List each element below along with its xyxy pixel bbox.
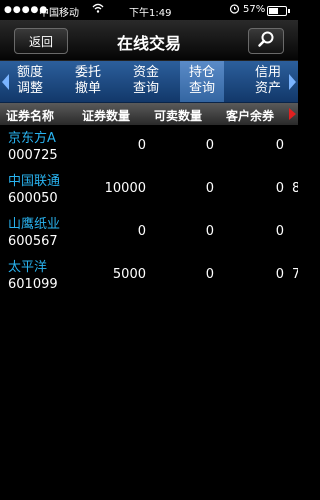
sellable-qty: 0: [205, 181, 214, 196]
column-header-security-name[interactable]: 证券名称: [6, 107, 54, 124]
column-header-sellable-qty[interactable]: 可卖数量: [154, 107, 202, 124]
clipped-cell: 7: [292, 267, 298, 282]
security-code: 600567: [8, 234, 58, 249]
search-button[interactable]: [248, 28, 284, 54]
tab-funds-query[interactable]: 资金 查询: [124, 61, 168, 102]
tab-cancel-order[interactable]: 委托 撤单: [66, 61, 110, 102]
navigation-bar: 返回 在线交易: [0, 20, 298, 61]
wifi-icon: [92, 3, 104, 16]
column-header-customer-balance[interactable]: 客户余券: [226, 107, 274, 124]
clipped-cell: 8: [292, 181, 298, 196]
table-row[interactable]: 山鹰纸业 600567 0 0 0: [0, 212, 298, 255]
battery-percent-label: 57%: [243, 4, 266, 15]
sellable-qty: 0: [205, 267, 214, 282]
sellable-qty: 0: [205, 224, 214, 239]
security-name: 山鹰纸业: [8, 217, 61, 232]
scroll-right-arrow-icon[interactable]: [289, 74, 296, 90]
customer-balance: 0: [275, 267, 284, 282]
sellable-qty: 0: [205, 138, 214, 153]
tab-position-query[interactable]: 持仓 查询: [180, 61, 224, 102]
table-row[interactable]: 中国联通 600050 10000 0 0 8: [0, 169, 298, 212]
security-code: 000725: [8, 148, 58, 163]
table-header: 证券名称 证券数量 可卖数量 客户余券: [0, 103, 298, 125]
function-tab-bar: 额度 调整 委托 撤单 资金 查询 持仓 查询 信用 资产: [0, 61, 298, 103]
carrier-label: 中国移动: [39, 8, 79, 19]
tab-credit-assets[interactable]: 信用 资产: [246, 61, 290, 102]
alarm-clock-icon: [229, 3, 240, 17]
tab-quota-adjust[interactable]: 额度 调整: [8, 61, 52, 102]
scroll-columns-right-icon[interactable]: [289, 108, 296, 120]
security-qty: 0: [137, 138, 146, 153]
security-name: 中国联通: [8, 174, 61, 189]
search-icon: [257, 30, 275, 52]
security-qty: 0: [137, 224, 146, 239]
status-bar: ●●●●● 中国移动 下午1:49 57%: [0, 0, 298, 20]
column-header-security-qty[interactable]: 证券数量: [82, 107, 130, 124]
table-row[interactable]: 太平洋 601099 5000 0 0 7: [0, 255, 298, 298]
security-qty: 5000: [112, 267, 146, 282]
security-code: 601099: [8, 277, 58, 292]
security-qty: 10000: [104, 181, 146, 196]
customer-balance: 0: [275, 181, 284, 196]
clock-label: 下午1:49: [129, 8, 172, 19]
battery-icon: [267, 6, 290, 16]
positions-table: 京东方A 000725 0 0 0 中国联通 600050 10000 0 0 …: [0, 126, 298, 298]
security-code: 600050: [8, 191, 58, 206]
security-name: 太平洋: [8, 260, 48, 275]
customer-balance: 0: [275, 138, 284, 153]
table-row[interactable]: 京东方A 000725 0 0 0: [0, 126, 298, 169]
security-name: 京东方A: [8, 131, 56, 146]
customer-balance: 0: [275, 224, 284, 239]
